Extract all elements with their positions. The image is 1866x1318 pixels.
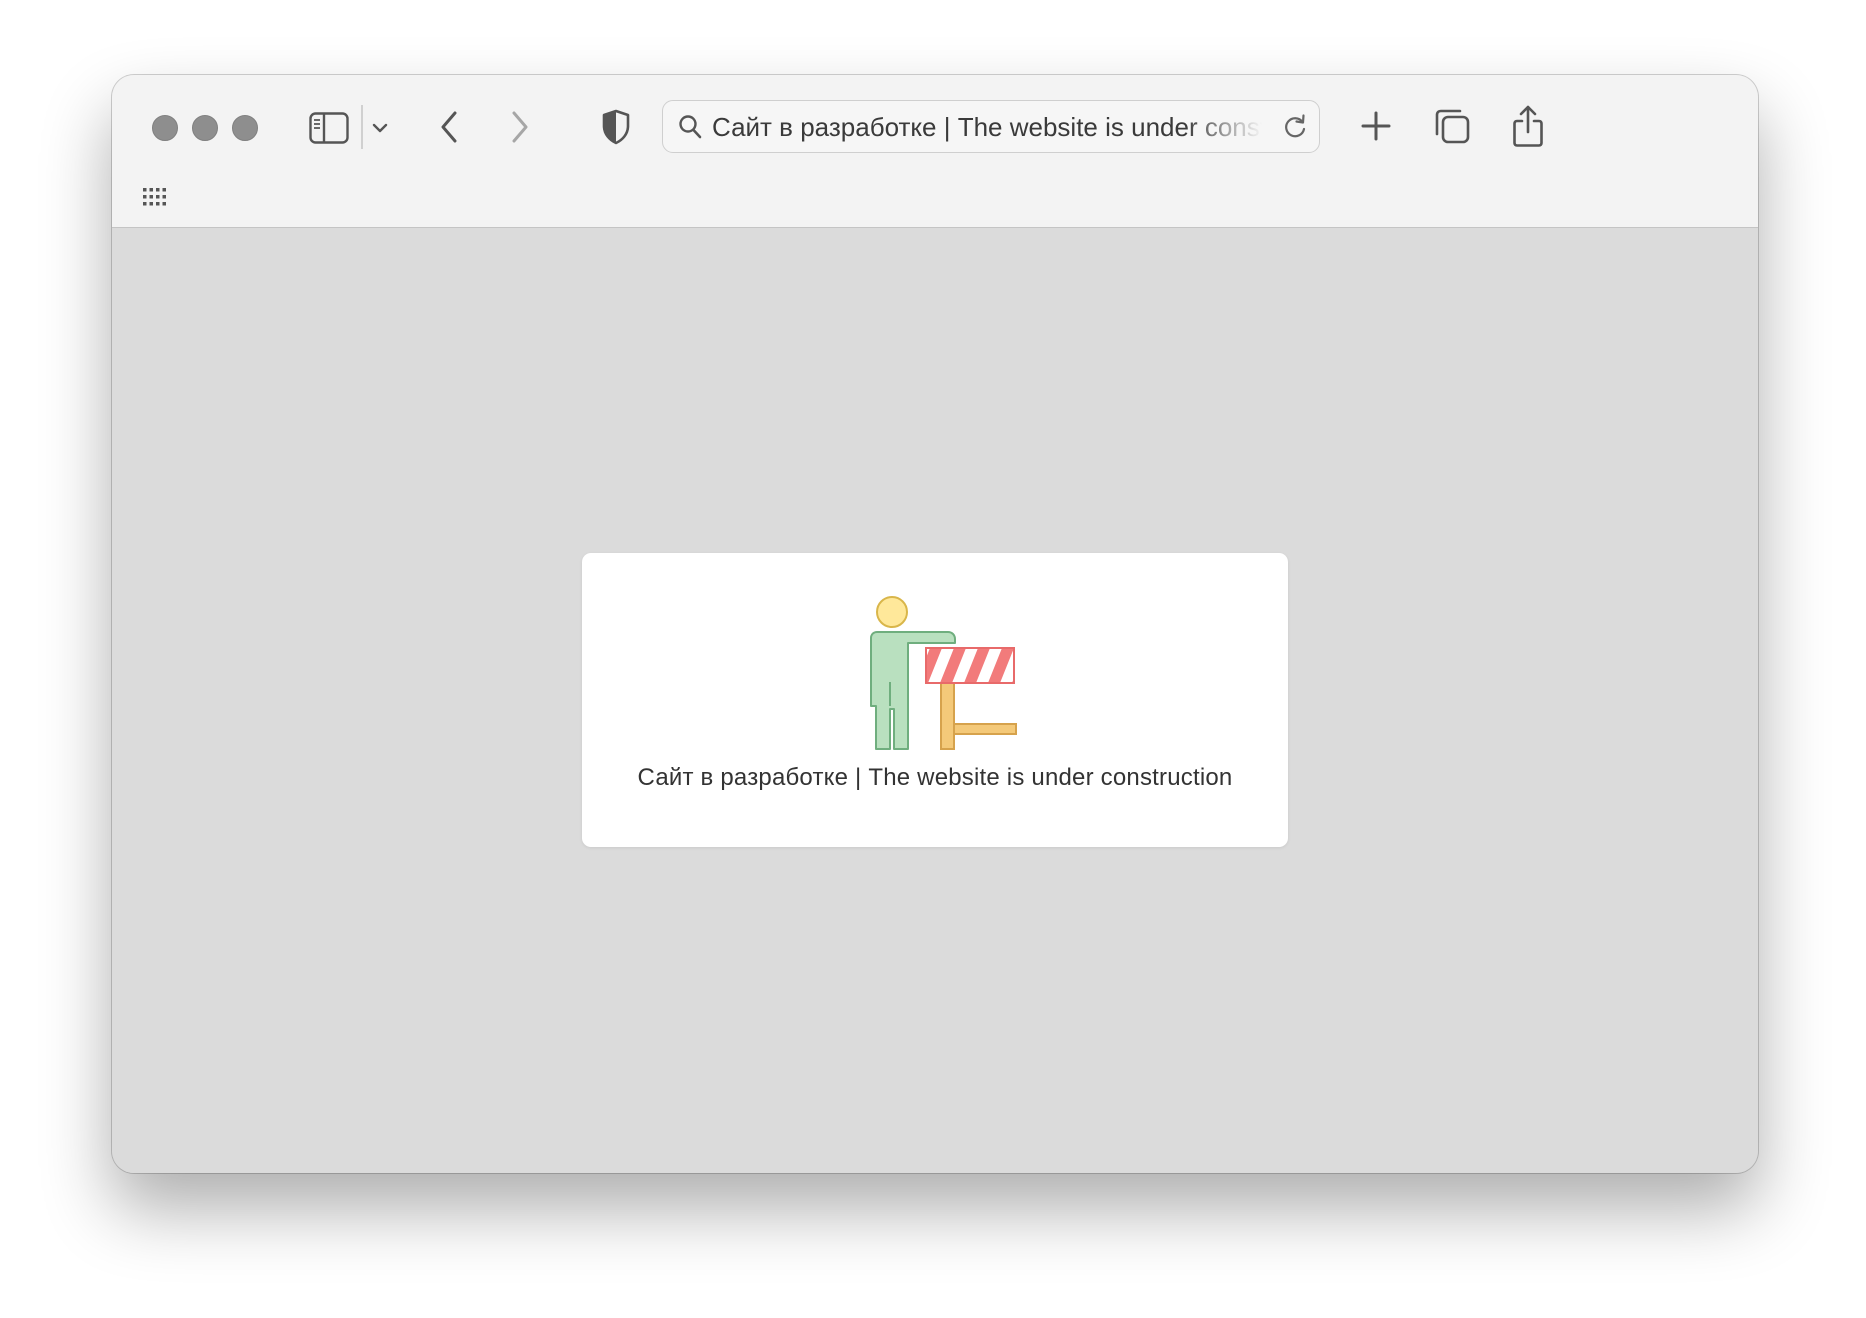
- page-content: Сайт в разработке | The website is under…: [112, 228, 1758, 1173]
- address-bar[interactable]: Сайт в разработке | The website is under…: [662, 100, 1320, 153]
- shield-icon[interactable]: [599, 106, 633, 148]
- address-bar-text: Сайт в разработке | The website is under…: [712, 112, 1262, 142]
- browser-toolbar: Сайт в разработке | The website is under…: [112, 75, 1758, 228]
- minimize-window-button[interactable]: [192, 115, 218, 141]
- reload-icon[interactable]: [1281, 113, 1309, 141]
- tabs-overview-icon[interactable]: [1432, 105, 1472, 147]
- share-icon[interactable]: [1509, 102, 1547, 150]
- browser-window: Сайт в разработке | The website is under…: [112, 75, 1758, 1173]
- chevron-right-icon[interactable]: [505, 105, 535, 149]
- construction-worker-barrier-icon: [860, 594, 1020, 759]
- grid-icon[interactable]: [141, 184, 171, 210]
- construction-card: Сайт в разработке | The website is under…: [582, 553, 1288, 847]
- close-window-button[interactable]: [152, 115, 178, 141]
- search-icon: [677, 113, 703, 141]
- chevron-left-icon[interactable]: [434, 105, 464, 149]
- zoom-window-button[interactable]: [232, 115, 258, 141]
- sidebar-icon[interactable]: [307, 108, 351, 148]
- chevron-down-icon[interactable]: [368, 118, 392, 138]
- toolbar-divider: [361, 105, 363, 149]
- construction-message: Сайт в разработке | The website is under…: [637, 764, 1233, 791]
- plus-icon[interactable]: [1357, 107, 1395, 145]
